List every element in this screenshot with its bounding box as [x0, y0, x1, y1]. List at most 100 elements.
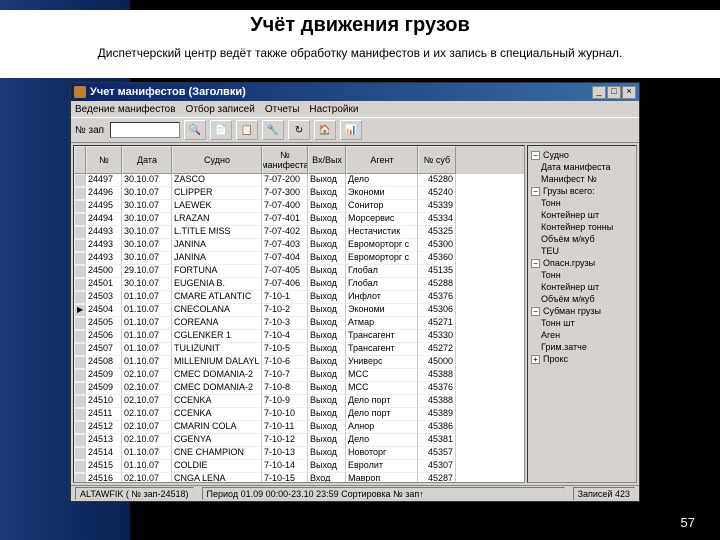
table-row[interactable]: 2449730.10.07ZASCO7-07-200ВыходДело45280: [74, 174, 524, 187]
tree-s-grim[interactable]: Грим.затче: [531, 341, 633, 353]
tree-manifest-no[interactable]: Манифест №: [531, 173, 633, 185]
cell-manifest: 7-07-404: [262, 252, 308, 265]
cell-id: 24493: [86, 252, 122, 265]
table-row[interactable]: 2451002.10.07CCENKA7-10-9ВыходДело порт4…: [74, 395, 524, 408]
collapse-icon[interactable]: −: [531, 259, 540, 268]
expand-icon[interactable]: +: [531, 355, 540, 364]
col-direction[interactable]: Вх/Вых: [308, 146, 346, 174]
col-indicator[interactable]: [74, 146, 86, 174]
tool-btn-3[interactable]: 📋: [236, 120, 258, 140]
table-row[interactable]: 2450601.10.07CGLENKER 17-10-4ВыходТранса…: [74, 330, 524, 343]
tool-search-icon[interactable]: 🔍: [184, 120, 206, 140]
menu-manifests[interactable]: Ведение манифестов: [75, 104, 176, 115]
cell-sub: 45360: [418, 252, 456, 265]
cell-date: 02.10.07: [122, 408, 172, 421]
cell-vessel: L.TITLE MISS: [172, 226, 262, 239]
tree-vessel[interactable]: −Судно: [531, 149, 633, 161]
tool-btn-7[interactable]: 📊: [340, 120, 362, 140]
cell-vessel: COREANA: [172, 317, 262, 330]
tree-s-agen[interactable]: Аген: [531, 329, 633, 341]
tree-cont-tons[interactable]: Контейнер тонны: [531, 221, 633, 233]
row-indicator: [74, 473, 86, 482]
tree-s-tons[interactable]: Тонн шт: [531, 317, 633, 329]
tree-prox[interactable]: +Прокс: [531, 353, 633, 365]
table-row[interactable]: ▶2450401.10.07CNECOLANA7-10-2ВыходЭконом…: [74, 304, 524, 317]
collapse-icon[interactable]: −: [531, 187, 540, 196]
col-sub[interactable]: № суб: [418, 146, 456, 174]
table-row[interactable]: 2450701.10.07TULIZUNIT7-10-5ВыходТрансаг…: [74, 343, 524, 356]
cell-direction: Выход: [308, 408, 346, 421]
table-row[interactable]: 2449430.10.07LRAZAN7-07-401ВыходМорсерви…: [74, 213, 524, 226]
cell-direction: Выход: [308, 187, 346, 200]
collapse-icon[interactable]: −: [531, 151, 540, 160]
table-row[interactable]: 2450501.10.07COREANA7-10-3ВыходАтмар4527…: [74, 317, 524, 330]
table-row[interactable]: 2451202.10.07CMARIN COLA7-10-11ВыходАлно…: [74, 421, 524, 434]
table-row[interactable]: 2449330.10.07L.TITLE MISS7-07-402ВыходНе…: [74, 226, 524, 239]
menu-filter[interactable]: Отбор записей: [186, 104, 255, 115]
tree-date[interactable]: Дата манифеста: [531, 161, 633, 173]
table-row[interactable]: 2451102.10.07CCENKA7-10-10ВыходДело порт…: [74, 408, 524, 421]
cell-direction: Выход: [308, 239, 346, 252]
col-date[interactable]: Дата: [122, 146, 172, 174]
table-row[interactable]: 2451401.10.07CNE CHAMPION7-10-13ВыходНов…: [74, 447, 524, 460]
tree-subman[interactable]: −Субман грузы: [531, 305, 633, 317]
cell-id: 24512: [86, 421, 122, 434]
table-row[interactable]: 2450902.10.07CMEC DOMANIA-27-10-8ВыходMC…: [74, 382, 524, 395]
col-manifest[interactable]: № манифеста: [262, 146, 308, 174]
cell-date: 01.10.07: [122, 304, 172, 317]
row-indicator: [74, 382, 86, 395]
tree-d-vol[interactable]: Объём м/куб: [531, 293, 633, 305]
tree-d-cont[interactable]: Контейнер шт: [531, 281, 633, 293]
titlebar[interactable]: Учет манифестов (Заголвки) _ □ ×: [71, 83, 639, 101]
grid-body[interactable]: 2449730.10.07ZASCO7-07-200ВыходДело45280…: [74, 174, 524, 482]
cell-direction: Выход: [308, 317, 346, 330]
tool-btn-6[interactable]: 🏠: [314, 120, 336, 140]
table-row[interactable]: 2450902.10.07CMEC DOMANIA-27-10-7ВыходMC…: [74, 369, 524, 382]
cell-direction: Выход: [308, 200, 346, 213]
cell-vessel: LAEWEK: [172, 200, 262, 213]
table-row[interactable]: 2450301.10.07CMARE ATLANTIC7-10-1ВыходИн…: [74, 291, 524, 304]
cell-agent: Евролит: [346, 460, 418, 473]
table-row[interactable]: 2451602.10.07CNGA LENA7-10-15ВходМавроп4…: [74, 473, 524, 482]
table-row[interactable]: 2449330.10.07JANINA7-07-404ВыходЕвроморт…: [74, 252, 524, 265]
minimize-button[interactable]: _: [592, 86, 606, 99]
toolbar: № зап 🔍 📄 📋 🔧 ↻ 🏠 📊: [71, 117, 639, 143]
menu-settings[interactable]: Настройки: [309, 104, 358, 115]
tree-volume[interactable]: Объём м/куб: [531, 233, 633, 245]
table-row[interactable]: 2450029.10.07FORTUNA7-07-405ВыходГлобал4…: [74, 265, 524, 278]
cell-agent: Дело: [346, 434, 418, 447]
col-id[interactable]: №: [86, 146, 122, 174]
collapse-icon[interactable]: −: [531, 307, 540, 316]
cell-id: 24506: [86, 330, 122, 343]
tool-btn-4[interactable]: 🔧: [262, 120, 284, 140]
table-row[interactable]: 2449630.10.07CLIPPER7-07-300ВыходЭкономи…: [74, 187, 524, 200]
cell-date: 30.10.07: [122, 200, 172, 213]
cell-agent: Трансагент: [346, 343, 418, 356]
cell-vessel: JANINA: [172, 239, 262, 252]
table-row[interactable]: 2449530.10.07LAEWEK7-07-400ВыходСонитор4…: [74, 200, 524, 213]
tool-btn-2[interactable]: 📄: [210, 120, 232, 140]
tree-tons[interactable]: Тонн: [531, 197, 633, 209]
row-indicator: [74, 278, 86, 291]
row-indicator: [74, 447, 86, 460]
cell-direction: Выход: [308, 460, 346, 473]
cell-date: 30.10.07: [122, 174, 172, 187]
tree-cont-pcs[interactable]: Контейнер шт: [531, 209, 633, 221]
tree-d-tons[interactable]: Тонн: [531, 269, 633, 281]
table-row[interactable]: 2451302.10.07CGENYA7-10-12ВыходДело45381: [74, 434, 524, 447]
table-row[interactable]: 2450130.10.07EUGENIA B.7-07-406ВыходГлоб…: [74, 278, 524, 291]
col-vessel[interactable]: Судно: [172, 146, 262, 174]
record-number-input[interactable]: [110, 122, 180, 138]
tree-danger[interactable]: −Опасн.грузы: [531, 257, 633, 269]
maximize-button[interactable]: □: [607, 86, 621, 99]
tree-teu[interactable]: TEU: [531, 245, 633, 257]
tool-btn-5[interactable]: ↻: [288, 120, 310, 140]
table-row[interactable]: 2451501.10.07COLDIE7-10-14ВыходЕвролит45…: [74, 460, 524, 473]
tree-cargo-total[interactable]: −Грузы всего:: [531, 185, 633, 197]
close-button[interactable]: ×: [622, 86, 636, 99]
table-row[interactable]: 2449330.10.07JANINA7-07-403ВыходЕвроморт…: [74, 239, 524, 252]
table-row[interactable]: 2450801.10.07MILLENIUM DALAYL7-10-6Выход…: [74, 356, 524, 369]
data-grid[interactable]: № Дата Судно № манифеста Вх/Вых Агент № …: [73, 145, 525, 483]
menu-reports[interactable]: Отчеты: [265, 104, 300, 115]
col-agent[interactable]: Агент: [346, 146, 418, 174]
